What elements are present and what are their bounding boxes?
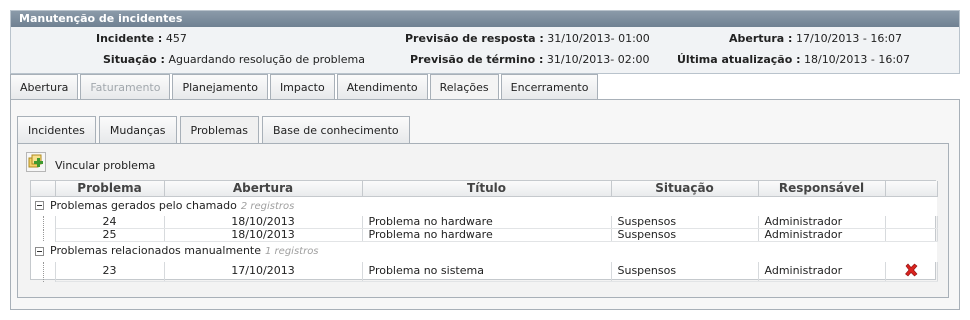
subtab-base-conhecimento[interactable]: Base de conhecimento	[262, 116, 410, 144]
tab-impacto[interactable]: Impacto	[269, 74, 335, 100]
incidente-label: Incidente :	[96, 32, 163, 45]
cell-abertura: 17/10/2013	[164, 261, 363, 282]
table-row[interactable]: 25 18/10/2013 Problema no hardware Suspe…	[31, 228, 938, 242]
previsao-termino-value: 31/10/2013- 02:00	[546, 53, 650, 66]
column-header-situacao[interactable]: Situação	[611, 181, 759, 197]
cell-titulo: Problema no hardware	[362, 216, 612, 229]
ultima-atualizacao-info: Última atualização : 18/10/2013 - 16:07	[677, 53, 910, 66]
sub-tabs: Incidentes Mudanças Problemas Base de co…	[17, 116, 413, 145]
group-label: Problemas gerados pelo chamado	[50, 198, 237, 212]
tab-faturamento[interactable]: Faturamento	[80, 74, 171, 100]
cell-actions	[885, 228, 938, 242]
cell-problema: 24	[55, 216, 165, 229]
situacao-value: Aguardando resolução de problema	[168, 53, 365, 66]
problemas-grid: Problema Abertura Título Situação Respon…	[30, 180, 938, 282]
cell-actions	[885, 261, 938, 282]
cell-problema: 23	[55, 261, 165, 282]
table-row[interactable]: 24 18/10/2013 Problema no hardware Suspe…	[31, 216, 938, 229]
tab-abertura[interactable]: Abertura	[10, 74, 79, 100]
cell-titulo: Problema no hardware	[362, 228, 612, 242]
column-header-problema[interactable]: Problema	[55, 181, 165, 197]
previsao-resposta-label: Previsão de resposta :	[405, 32, 544, 45]
cell-problema: 25	[55, 228, 165, 242]
previsao-termino-label: Previsão de término :	[410, 53, 544, 66]
abertura-info: Abertura : 17/10/2013 - 16:07	[729, 32, 902, 45]
cell-situacao: Suspensos	[611, 261, 759, 282]
previsao-resposta-value: 31/10/2013- 01:00	[547, 32, 650, 45]
tree-connector	[31, 216, 56, 229]
previsao-termino-info: Previsão de término : 31/10/2013- 02:00	[410, 53, 649, 66]
group-row-relacionados[interactable]: Problemas relacionados manualmente 1 regi…	[31, 241, 937, 262]
vincular-problema-label: Vincular problema	[55, 159, 156, 172]
cell-responsavel: Administrador	[758, 261, 886, 282]
problemas-subtab-content: Vincular problema Problema Abertura Títu…	[17, 143, 949, 298]
abertura-value: 17/10/2013 - 16:07	[795, 32, 903, 45]
collapse-icon[interactable]	[35, 246, 44, 256]
group-count: 2 registros	[240, 200, 295, 212]
tab-atendimento[interactable]: Atendimento	[336, 74, 428, 100]
incidente-value: 457	[165, 32, 187, 45]
add-link-icon[interactable]	[26, 152, 46, 172]
cell-responsavel: Administrador	[758, 216, 886, 229]
group-row-gerados[interactable]: Problemas gerados pelo chamado 2 registro…	[31, 196, 937, 216]
cell-actions	[885, 216, 938, 229]
group-count: 1 registros	[265, 246, 319, 258]
column-header-tree	[31, 181, 56, 197]
cell-situacao: Suspensos	[611, 228, 759, 242]
previsao-resposta-info: Previsão de resposta : 31/10/2013- 01:00	[405, 32, 650, 45]
subtab-incidentes[interactable]: Incidentes	[17, 116, 96, 144]
ultima-atualizacao-value: 18/10/2013 - 16:07	[803, 53, 911, 66]
relacoes-tab-content: Incidentes Mudanças Problemas Base de co…	[10, 99, 960, 310]
subtab-mudancas[interactable]: Mudanças	[98, 116, 177, 144]
grid-header-row: Problema Abertura Título Situação Respon…	[31, 181, 938, 197]
column-header-titulo[interactable]: Título	[362, 181, 612, 197]
panel-title: Manutenção de incidentes	[11, 11, 959, 27]
incident-header-panel: Manutenção de incidentes Incidente : 457…	[10, 10, 960, 74]
group-label: Problemas relacionados manualmente	[50, 244, 262, 258]
situacao-info: Situação : Aguardando resolução de probl…	[103, 53, 365, 66]
incidente-info: Incidente : 457	[96, 32, 187, 45]
tree-connector	[31, 261, 56, 282]
cell-abertura: 18/10/2013	[164, 216, 363, 229]
subtab-problemas[interactable]: Problemas	[179, 116, 259, 145]
tree-connector	[31, 228, 56, 242]
column-header-responsavel[interactable]: Responsável	[758, 181, 886, 197]
table-row[interactable]: 23 17/10/2013 Problema no sistema Suspen…	[31, 261, 938, 282]
tab-encerramento[interactable]: Encerramento	[500, 74, 599, 100]
cell-situacao: Suspensos	[611, 216, 759, 229]
tab-relacoes[interactable]: Relações	[429, 74, 499, 101]
column-header-actions	[885, 181, 938, 197]
situacao-label: Situação :	[103, 53, 165, 66]
vincular-problema-button[interactable]: Vincular problema	[26, 152, 155, 172]
cell-abertura: 18/10/2013	[164, 228, 363, 242]
delete-icon[interactable]	[904, 263, 918, 280]
cell-titulo: Problema no sistema	[362, 261, 612, 282]
abertura-label: Abertura :	[729, 32, 793, 45]
cell-responsavel: Administrador	[758, 228, 886, 242]
collapse-icon[interactable]	[35, 201, 44, 211]
column-header-abertura[interactable]: Abertura	[164, 181, 363, 197]
tab-planejamento[interactable]: Planejamento	[172, 74, 268, 100]
ultima-atualizacao-label: Última atualização :	[677, 53, 801, 66]
main-tabs: Abertura Faturamento Planejamento Impact…	[10, 74, 600, 101]
